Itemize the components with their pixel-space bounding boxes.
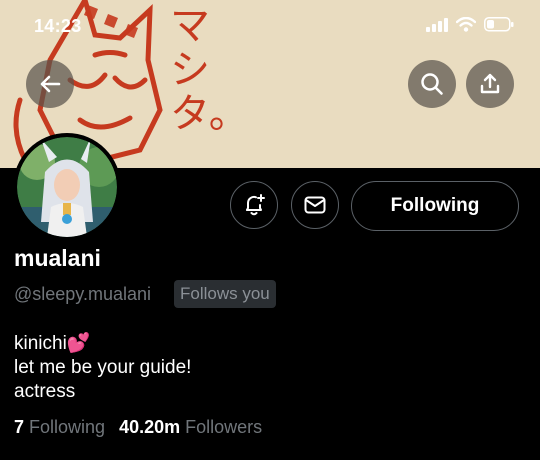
wifi-icon xyxy=(456,17,476,32)
following-stat[interactable]: 7 Following xyxy=(14,417,105,438)
avatar-image xyxy=(17,137,117,237)
battery-icon xyxy=(484,17,514,32)
follows-you-badge: Follows you xyxy=(174,280,276,308)
share-icon xyxy=(480,73,500,94)
search-icon xyxy=(421,73,443,95)
share-button[interactable] xyxy=(466,60,514,108)
bio-line: let me be your guide! xyxy=(14,357,192,378)
avatar[interactable] xyxy=(17,137,117,237)
avatar-frame[interactable] xyxy=(13,133,121,241)
status-time: 14:23 xyxy=(34,16,82,36)
followers-stat[interactable]: 40.20m Followers xyxy=(119,417,262,438)
display-name: mualani xyxy=(14,245,101,271)
message-button[interactable] xyxy=(291,181,339,229)
bell-plus-icon xyxy=(246,194,265,216)
mail-icon xyxy=(304,196,326,214)
following-count: 7 xyxy=(14,417,25,437)
status-icons xyxy=(426,17,514,32)
bio-line: actress xyxy=(14,381,76,402)
notifications-button[interactable] xyxy=(230,181,278,229)
user-handle: @sleepy.mualani xyxy=(14,284,152,304)
bio: kinichi💕 let me be your guide! actress xyxy=(14,332,191,404)
bio-line: kinichi💕 xyxy=(14,333,91,354)
followers-count: 40.20m xyxy=(119,417,181,437)
followers-label: Followers xyxy=(185,417,263,437)
search-button[interactable] xyxy=(408,60,456,108)
back-button[interactable] xyxy=(26,60,74,108)
following-button[interactable]: Following xyxy=(351,181,519,231)
following-label: Following xyxy=(29,417,106,437)
profile-stats: 7 Following 40.20m Followers xyxy=(14,417,262,438)
arrow-left-icon xyxy=(40,75,61,93)
signal-icon xyxy=(426,17,448,32)
status-bar: 14:23 xyxy=(0,0,540,48)
